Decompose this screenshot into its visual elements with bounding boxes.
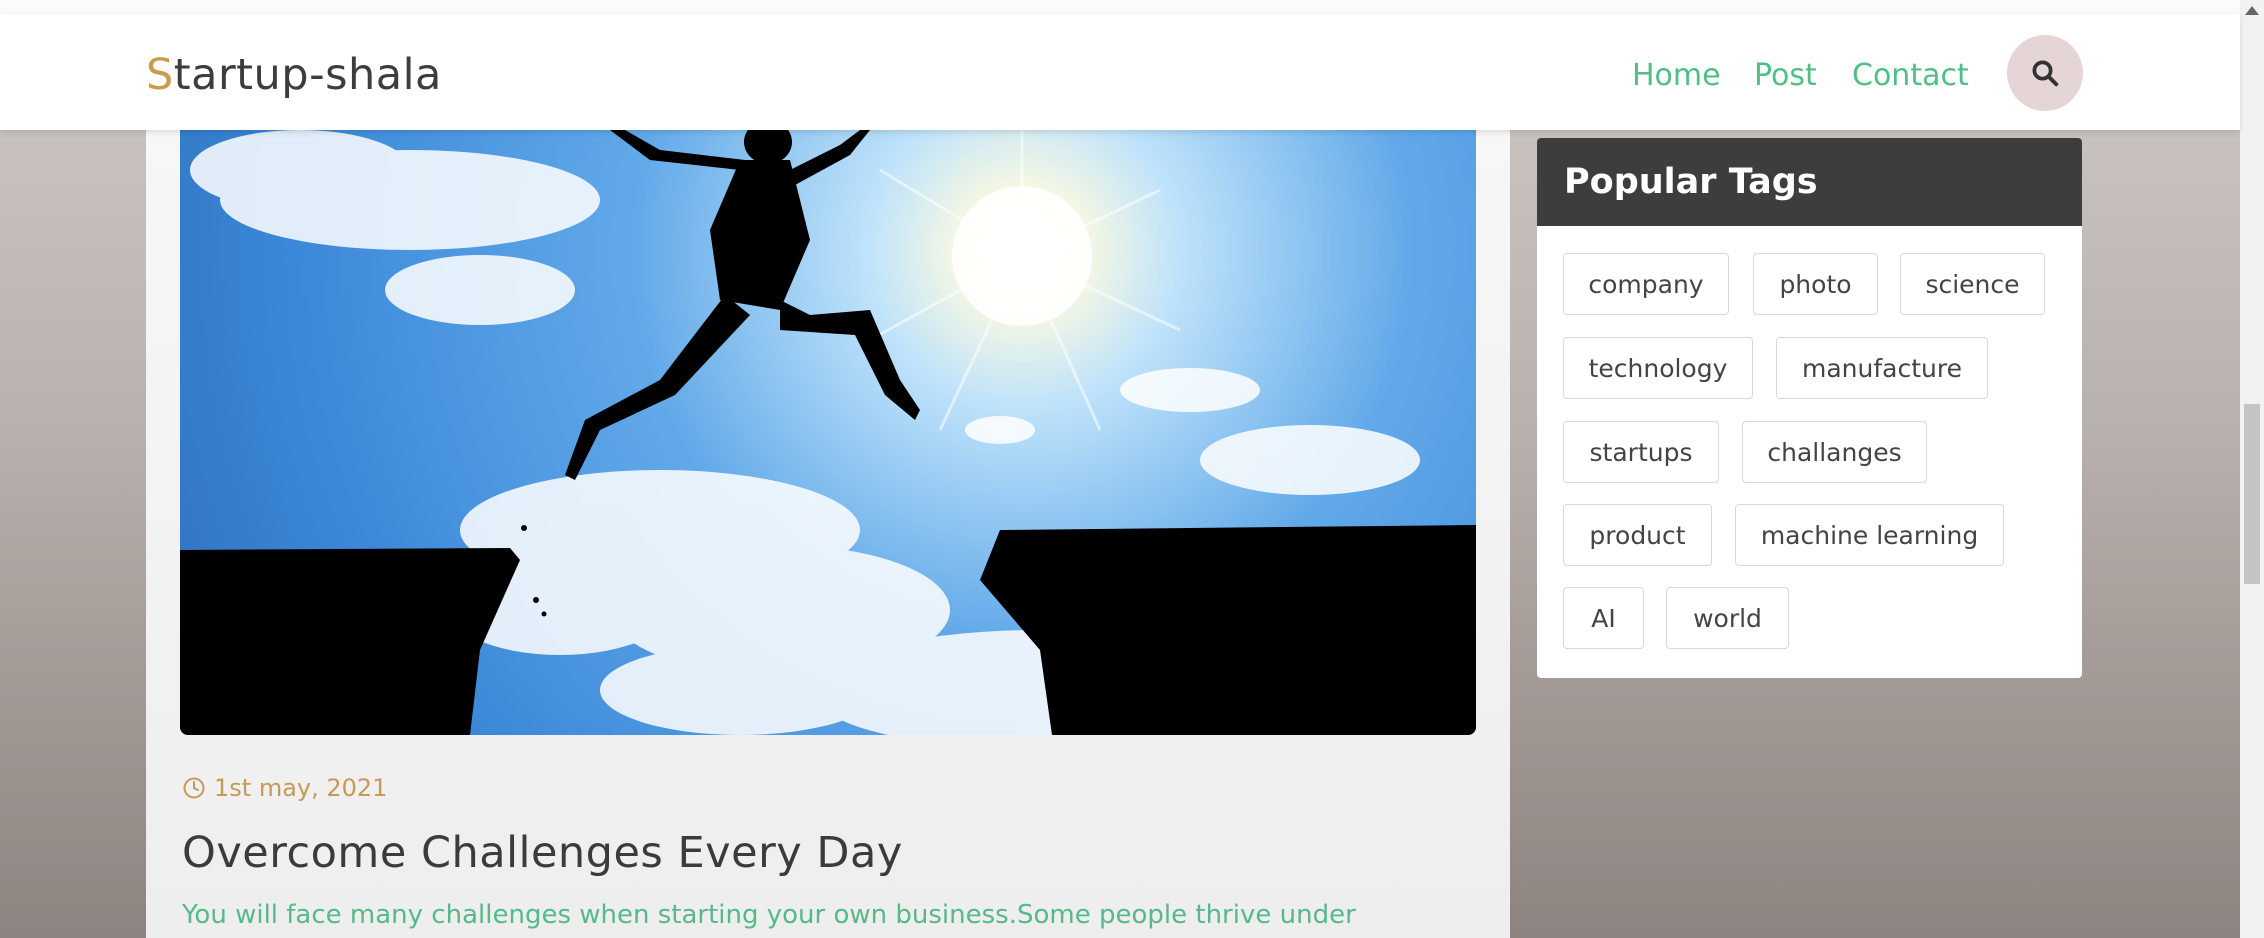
tag-product[interactable]: product bbox=[1563, 504, 1712, 566]
brand-name: tartup-shala bbox=[173, 50, 442, 100]
page-scrollbar[interactable] bbox=[2240, 0, 2264, 938]
tag-challanges[interactable]: challanges bbox=[1742, 421, 1927, 483]
search-button[interactable] bbox=[2007, 35, 2083, 111]
navbar: Startup-shala Home Post Contact bbox=[0, 14, 2240, 130]
nav-home[interactable]: Home bbox=[1632, 58, 1721, 93]
popular-tags-widget: Popular Tags company photo science techn… bbox=[1537, 138, 2082, 678]
brand-logo[interactable]: Startup-shala bbox=[146, 50, 442, 100]
tag-company[interactable]: company bbox=[1563, 253, 1729, 315]
tag-startups[interactable]: startups bbox=[1563, 421, 1719, 483]
nav-contact[interactable]: Contact bbox=[1852, 58, 1969, 93]
clock-icon bbox=[183, 777, 205, 799]
tag-technology[interactable]: technology bbox=[1563, 337, 1753, 399]
post-hero-image[interactable] bbox=[180, 130, 1476, 735]
post-date-text: 1st may, 2021 bbox=[214, 774, 388, 802]
tag-science[interactable]: science bbox=[1900, 253, 2045, 315]
popular-tags-title: Popular Tags bbox=[1537, 138, 2082, 226]
search-icon bbox=[2032, 60, 2059, 87]
top-strip bbox=[0, 0, 2240, 15]
post-title[interactable]: Overcome Challenges Every Day bbox=[182, 828, 903, 878]
post-excerpt: You will face many challenges when start… bbox=[182, 900, 1356, 930]
tag-manufacture[interactable]: manufacture bbox=[1776, 337, 1988, 399]
post-date: 1st may, 2021 bbox=[182, 774, 387, 802]
tag-photo[interactable]: photo bbox=[1753, 253, 1878, 315]
hero-illustration bbox=[180, 130, 1476, 735]
nav-post[interactable]: Post bbox=[1754, 58, 1817, 93]
brand-first-letter: S bbox=[146, 50, 174, 100]
tag-world[interactable]: world bbox=[1666, 587, 1789, 649]
post-card: 1st may, 2021 Overcome Challenges Every … bbox=[146, 130, 1510, 938]
scroll-up-arrow-icon[interactable] bbox=[2245, 6, 2259, 15]
tag-ai[interactable]: AI bbox=[1563, 587, 1644, 649]
tag-machine-learning[interactable]: machine learning bbox=[1735, 504, 2004, 566]
scrollbar-thumb[interactable] bbox=[2244, 404, 2260, 584]
